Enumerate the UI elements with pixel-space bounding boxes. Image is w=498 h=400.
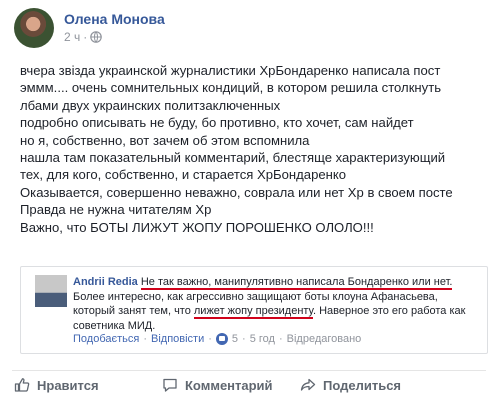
comment-text: Andrii Redia Не так важно, манипулятивно… <box>73 275 481 333</box>
post-header: Олена Монова 2 ч · <box>14 8 484 48</box>
like-reaction-icon <box>215 333 228 345</box>
post-line: эммм.... очень сомнительных кондиций, в … <box>20 80 442 96</box>
comment-time: 5 год <box>249 333 275 345</box>
underlined-phrase: лижет жопу президенту <box>193 305 313 319</box>
comment-actions: Подобається · Відповісти · 5 · 5 год · В… <box>73 333 361 345</box>
comment-author: Andrii Redia <box>73 276 138 288</box>
post-line: нашла там показательный комментарий, бле… <box>20 150 446 166</box>
separator: · <box>278 333 283 345</box>
separator: · <box>208 333 212 345</box>
comment-reply-link: Відповісти <box>151 333 205 345</box>
like-button[interactable]: Нравится <box>14 374 99 396</box>
post-line: вчера звізда украинской журналистики ХрБ… <box>20 63 441 78</box>
globe-icon[interactable] <box>90 31 103 43</box>
post-actions-bar: Нравится Комментарий Поделиться <box>0 374 498 396</box>
post-line: лбами двух украинских политзаключенных <box>20 97 281 113</box>
post-line: но я, собственно, вот зачем об этом вспо… <box>20 132 310 148</box>
comment-like-link: Подобається <box>73 333 140 345</box>
like-button-label: Нравится <box>37 377 99 393</box>
post-time[interactable]: 2 ч <box>64 30 80 44</box>
embedded-comment-screenshot: Andrii Redia Не так важно, манипулятивно… <box>20 266 488 354</box>
thumbs-up-icon <box>14 378 30 392</box>
author-name[interactable]: Олена Монова <box>64 11 165 27</box>
post-meta: 2 ч · <box>64 30 103 44</box>
post-line: тех, для кого, собственно, и старается Х… <box>20 167 347 183</box>
divider <box>12 370 486 371</box>
post-line: Важно, что БОТЫ ЛИЖУТ ЖОПУ ПОРОШЕНКО ОЛО… <box>20 219 374 235</box>
post-line: Правда не нужна читателям Хр <box>20 202 212 218</box>
post-body: вчера звізда украинской журналистики ХрБ… <box>20 62 488 236</box>
comment-button-label: Комментарий <box>185 377 273 393</box>
share-icon <box>300 378 316 391</box>
post-line: подробно описывать не буду, бо противно,… <box>20 115 414 131</box>
post-line: Оказывается, совершенно неважно, соврала… <box>20 184 453 200</box>
comment-avatar <box>35 275 67 307</box>
comment-icon <box>163 378 177 392</box>
author-avatar[interactable] <box>14 8 54 48</box>
underlined-phrase: Не так важно, манипулятивно написала Бон… <box>140 276 453 290</box>
share-button-label: Поделиться <box>323 377 402 393</box>
reaction-count: 5 <box>231 333 239 345</box>
separator: · <box>242 333 246 345</box>
edited-label: Відредаговано <box>286 333 362 345</box>
share-button[interactable]: Поделиться <box>300 374 401 396</box>
comment-button[interactable]: Комментарий <box>162 374 273 396</box>
separator: · <box>143 333 147 345</box>
dot-separator: · <box>83 30 88 44</box>
